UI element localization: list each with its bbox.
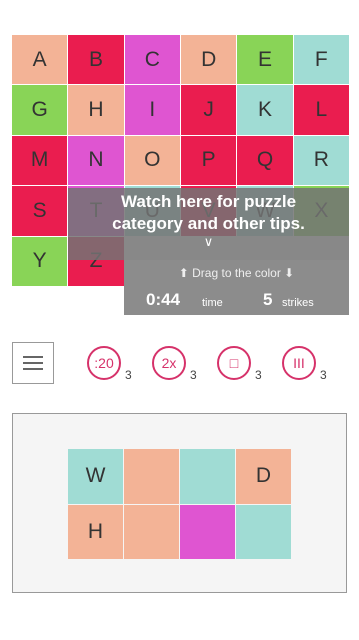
answer-slot[interactable]: W [68,449,123,504]
answer-slot[interactable] [180,449,235,504]
letter-tile[interactable]: E [237,35,293,85]
time-value: 0:44 [146,290,181,309]
letter-tile[interactable]: L [293,85,349,135]
tips-banner: Watch here for puzzle category and other… [68,188,349,260]
letter-tile[interactable]: O [124,135,180,186]
answer-slot[interactable] [124,504,179,559]
double-score-button[interactable]: 2x 3 [152,346,197,382]
double-score-label: 2x [161,355,177,371]
letter-tile[interactable]: A [12,35,68,85]
answer-slot[interactable]: H [68,504,123,559]
tip-arrow-icon: ∨ [203,234,214,249]
square-powerup-button[interactable]: □ 3 [217,346,262,382]
time-bonus-button[interactable]: :20 3 [87,346,132,382]
drag-hint: ⬆ Drag to the color ⬇ [178,266,295,280]
hamburger-icon [23,356,43,370]
strikes-value: 5 [263,290,273,309]
letter-tile[interactable]: K [237,85,293,135]
column-powerup-count: 3 [320,368,327,382]
answer-grid: W D H [68,449,291,559]
time-bonus-label: :20 [94,355,114,371]
letter-tile[interactable]: B [68,35,124,85]
letter-tile[interactable]: S [12,186,68,236]
answer-slot[interactable]: D [236,449,291,504]
answer-slot[interactable] [124,449,179,504]
column-powerup-button[interactable]: III 3 [282,346,327,382]
strikes-label: strikes [282,297,314,309]
answer-slot[interactable] [236,504,291,559]
letter-tile[interactable]: Y [12,236,68,286]
letter-tile[interactable]: D [180,35,237,85]
square-powerup-count: 3 [255,368,262,382]
stats-panel: ⬆ Drag to the color ⬇ 0:44 time 5 strike… [124,260,349,315]
letter-tile[interactable]: C [124,35,180,85]
letter-tile[interactable]: G [12,85,68,135]
letter-tile[interactable]: R [293,135,349,186]
double-score-count: 3 [190,368,197,382]
letter-tile[interactable]: Q [237,135,293,186]
letter-tile[interactable]: J [180,85,237,135]
square-icon: □ [229,355,239,371]
menu-button[interactable] [12,342,54,384]
tip-line-2: category and other tips. [112,214,305,233]
letter-tile[interactable]: N [68,135,124,186]
letter-tile[interactable]: I [124,85,180,135]
column-powerup-label: III [293,355,305,371]
time-bonus-count: 3 [125,368,132,382]
letter-tile[interactable]: P [180,135,237,186]
tip-line-1: Watch here for puzzle [120,192,297,211]
time-label: time [202,297,223,309]
letter-tile[interactable]: H [68,85,124,135]
letter-tile[interactable]: F [293,35,349,85]
letter-tile[interactable]: M [12,135,68,186]
answer-slot[interactable] [180,504,235,559]
